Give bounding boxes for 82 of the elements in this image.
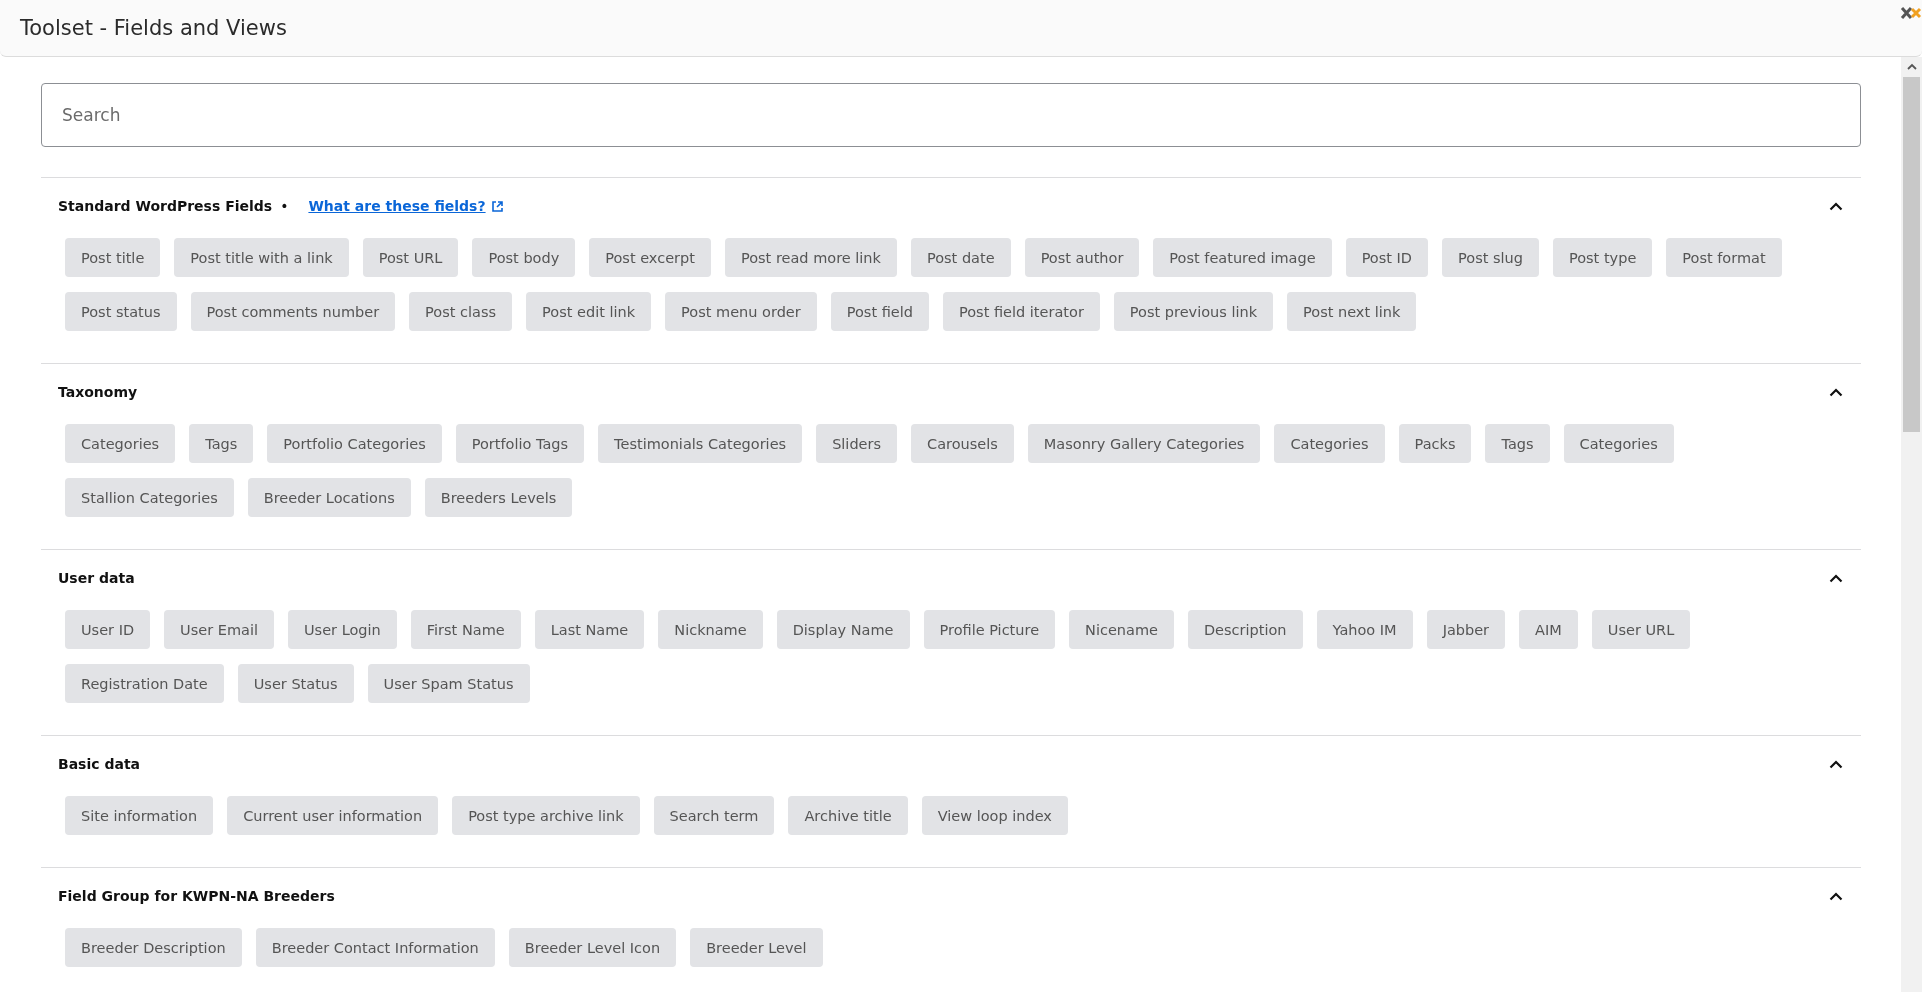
field-button[interactable]: View loop index (921, 796, 1068, 835)
field-button[interactable]: Post title with a link (174, 238, 349, 277)
field-button[interactable]: Registration Date (65, 664, 224, 703)
field-button[interactable]: User Status (237, 664, 354, 703)
field-button[interactable]: Post comments number (190, 292, 396, 331)
field-button[interactable]: Tags (189, 424, 254, 463)
field-button[interactable]: Nicename (1069, 610, 1174, 649)
field-button[interactable]: Post menu order (665, 292, 817, 331)
close-icon[interactable] (1900, 6, 1922, 20)
search-field[interactable]: Search (41, 83, 1861, 147)
chevron-up-icon (1829, 201, 1843, 211)
field-button[interactable]: Post type archive link (452, 796, 640, 835)
field-button[interactable]: Archive title (788, 796, 908, 835)
field-button[interactable]: Search term (653, 796, 775, 835)
field-button[interactable]: Breeder Description (65, 928, 242, 967)
field-button[interactable]: User Spam Status (367, 664, 530, 703)
field-button[interactable]: Post featured image (1153, 238, 1332, 277)
field-button[interactable]: Display Name (776, 610, 910, 649)
section-heading: Field Group for KWPN-NA Breeders (58, 888, 335, 904)
field-button[interactable]: Categories (1274, 424, 1385, 463)
help-link[interactable]: What are these fields? (308, 198, 486, 214)
field-button[interactable]: Post excerpt (589, 238, 711, 277)
field-button[interactable]: Post slug (1442, 238, 1539, 277)
chevron-up-icon (1829, 891, 1843, 901)
field-button[interactable]: Tags (1485, 424, 1550, 463)
field-button[interactable]: Breeder Level (690, 928, 823, 967)
field-button[interactable]: Breeder Contact Information (255, 928, 495, 967)
field-button[interactable]: Categories (65, 424, 176, 463)
field-button[interactable]: User URL (1591, 610, 1691, 649)
field-button[interactable]: Post URL (362, 238, 459, 277)
field-button[interactable]: Nickname (658, 610, 763, 649)
section-heading: User data (58, 570, 135, 586)
chevron-up-icon (1829, 759, 1843, 769)
chevron-up-icon (1829, 387, 1843, 397)
field-button[interactable]: Post edit link (526, 292, 652, 331)
field-button[interactable]: Portfolio Tags (455, 424, 585, 463)
field-button[interactable]: Post read more link (724, 238, 897, 277)
field-button[interactable]: Post author (1024, 238, 1140, 277)
field-button[interactable]: Post ID (1345, 238, 1429, 277)
field-button[interactable]: Site information (65, 796, 214, 835)
field-button[interactable]: Description (1187, 610, 1303, 649)
field-button[interactable]: User ID (65, 610, 151, 649)
field-button[interactable]: Testimonials Categories (598, 424, 803, 463)
field-button[interactable]: Post type (1552, 238, 1653, 277)
field-button[interactable]: Carousels (911, 424, 1014, 463)
field-button[interactable]: Post body (472, 238, 576, 277)
field-button[interactable]: Post class (409, 292, 513, 331)
field-button[interactable]: Post format (1666, 238, 1782, 277)
field-button[interactable]: Masonry Gallery Categories (1027, 424, 1261, 463)
field-button[interactable]: Post previous link (1113, 292, 1274, 331)
section-heading: Basic data (58, 756, 141, 772)
chevron-up-icon (1829, 573, 1843, 583)
scrollbar-thumb[interactable] (1903, 77, 1920, 432)
field-button[interactable]: User Email (164, 610, 274, 649)
section-heading: Standard WordPress Fields (58, 198, 273, 214)
field-button[interactable]: Breeder Locations (247, 478, 411, 517)
window-title: Toolset - Fields and Views (20, 16, 287, 40)
field-button[interactable]: Packs (1398, 424, 1472, 463)
field-button[interactable]: Portfolio Categories (267, 424, 442, 463)
field-button[interactable]: Stallion Categories (65, 478, 234, 517)
field-button[interactable]: User Login (288, 610, 397, 649)
bullet-separator: • (280, 198, 289, 214)
field-button[interactable]: Current user information (227, 796, 439, 835)
field-button[interactable]: Breeder Level Icon (508, 928, 677, 967)
field-button[interactable]: AIM (1519, 610, 1578, 649)
field-button[interactable]: Breeders Levels (424, 478, 573, 517)
section-heading: Taxonomy (58, 384, 138, 400)
field-button[interactable]: Post field (830, 292, 929, 331)
field-button[interactable]: Post date (910, 238, 1011, 277)
external-link-icon (491, 200, 503, 212)
field-button[interactable]: Yahoo IM (1316, 610, 1413, 649)
field-button[interactable]: Post title (65, 238, 161, 277)
field-button[interactable]: Last Name (534, 610, 645, 649)
field-button[interactable]: Post next link (1287, 292, 1417, 331)
field-button[interactable]: First Name (410, 610, 521, 649)
field-button[interactable]: Post field iterator (943, 292, 1100, 331)
field-button[interactable]: Post status (65, 292, 177, 331)
field-button[interactable]: Jabber (1426, 610, 1506, 649)
field-button[interactable]: Categories (1563, 424, 1674, 463)
scrollbar[interactable] (1901, 57, 1922, 992)
field-button[interactable]: Profile Picture (923, 610, 1056, 649)
field-button[interactable]: Sliders (816, 424, 898, 463)
